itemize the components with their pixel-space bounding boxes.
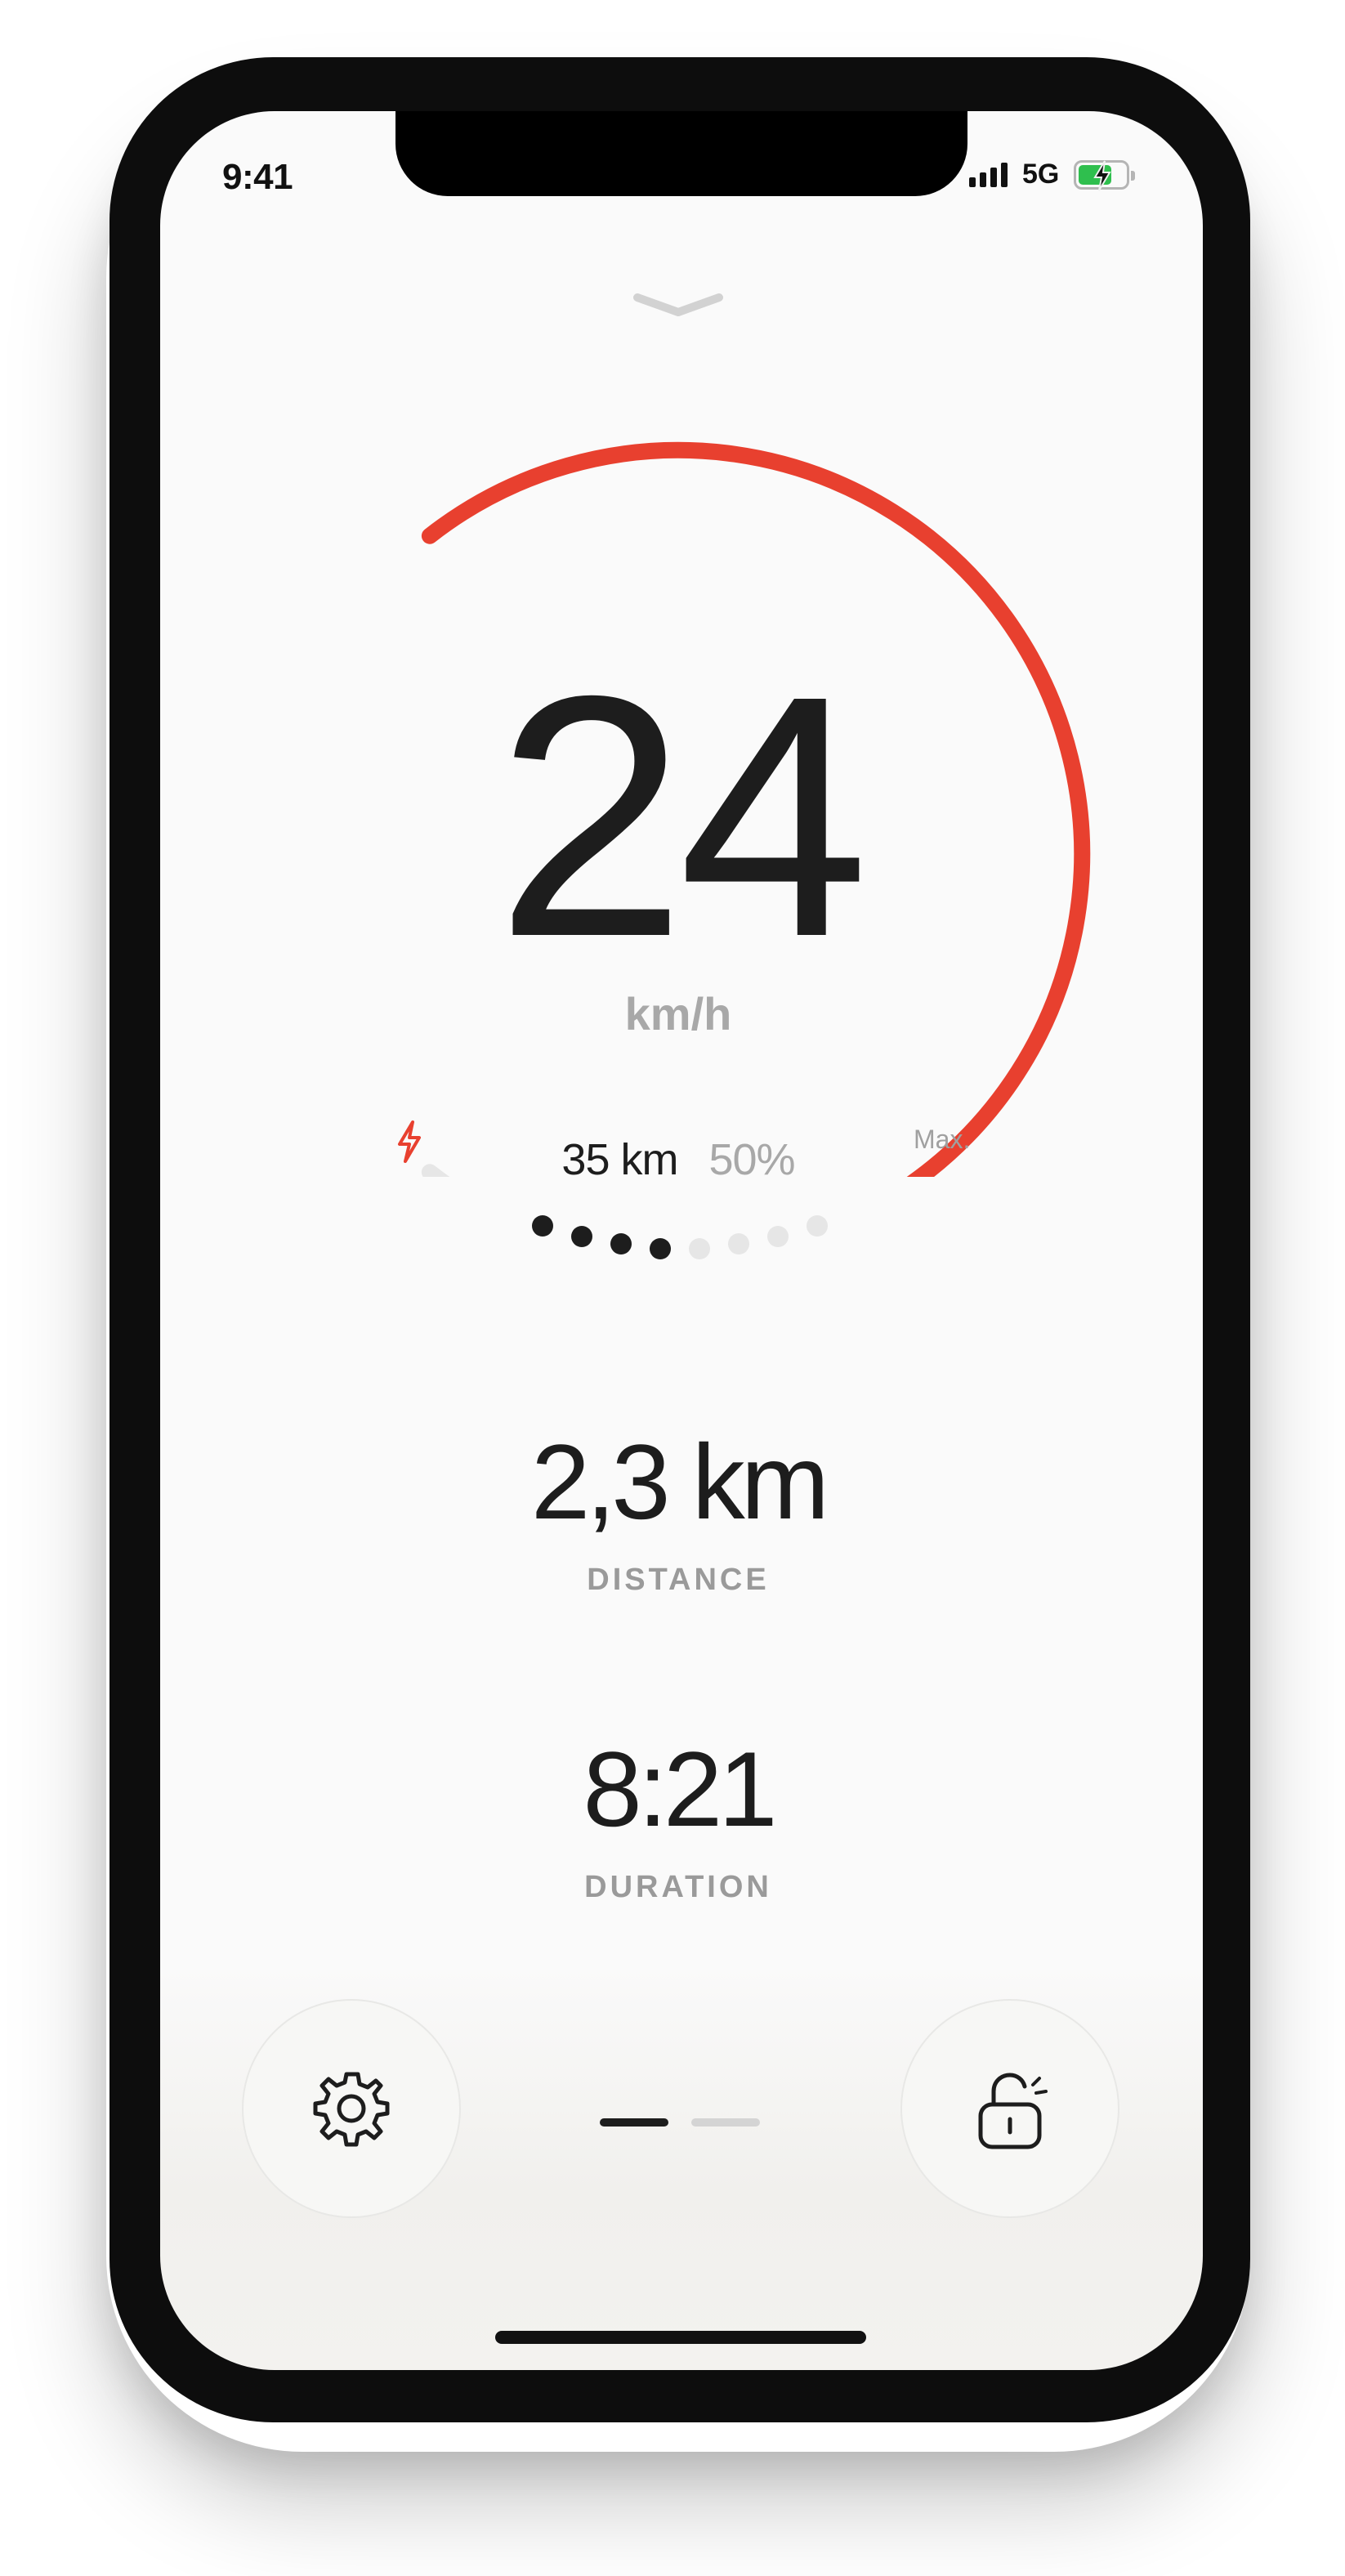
battery-dot-empty	[767, 1226, 789, 1247]
chevron-down-icon[interactable]	[629, 289, 727, 322]
distance-stat: 2,3 km DISTANCE	[351, 1429, 1005, 1598]
charging-bolt-icon	[1093, 159, 1112, 191]
distance-label: DISTANCE	[587, 1563, 770, 1597]
battery-dots	[532, 1215, 828, 1259]
battery-dot-filled	[571, 1226, 592, 1247]
range-distance: 35 km	[561, 1135, 678, 1184]
range-row: 35 km 50%	[409, 1134, 948, 1185]
battery-dot-filled	[532, 1215, 553, 1237]
page-indicator[interactable]	[600, 2118, 760, 2127]
page-dot[interactable]	[600, 2118, 668, 2127]
speed-unit: km/h	[624, 988, 732, 1040]
notch	[395, 111, 967, 196]
battery-dot-empty	[728, 1233, 749, 1254]
distance-value: 2,3 km	[530, 1422, 829, 1541]
speed-value: 24	[495, 625, 869, 1008]
status-time: 9:41	[222, 157, 293, 197]
battery-percent: 50%	[708, 1135, 795, 1184]
battery-icon	[1074, 159, 1136, 191]
network-type: 5G	[1022, 159, 1060, 190]
battery-dot-filled	[610, 1233, 632, 1254]
duration-stat: 8:21 DURATION	[351, 1736, 1005, 1905]
battery-dot-filled	[650, 1238, 671, 1259]
page-dot[interactable]	[691, 2118, 760, 2127]
gear-icon	[313, 2072, 390, 2147]
unlock-icon	[978, 2073, 1048, 2149]
duration-value: 8:21	[583, 1729, 777, 1849]
duration-label: DURATION	[584, 1870, 772, 1904]
status-indicators: 5G	[969, 159, 1136, 191]
battery-dot-empty	[807, 1215, 828, 1237]
settings-button[interactable]	[242, 1999, 461, 2218]
home-indicator[interactable]	[495, 2331, 866, 2344]
signal-icon	[969, 162, 1008, 187]
unlock-button[interactable]	[900, 1999, 1119, 2218]
battery-dot-empty	[689, 1238, 710, 1259]
battery-tip	[1131, 170, 1136, 181]
